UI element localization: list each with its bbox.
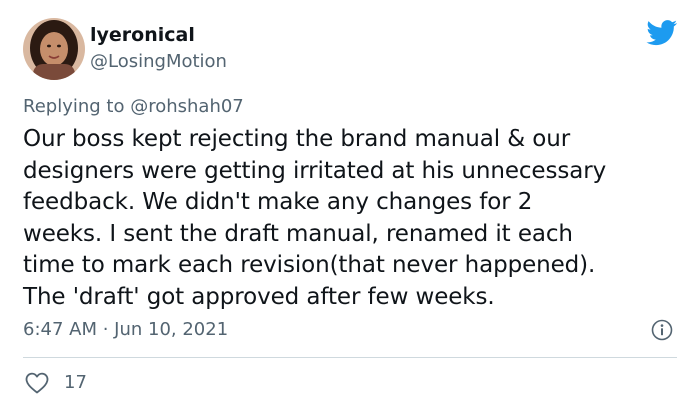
tweet-timestamp[interactable]: 6:47 AM · Jun 10, 2021	[23, 318, 228, 342]
heart-icon[interactable]	[25, 372, 49, 394]
author-handle[interactable]: @LosingMotion	[90, 51, 227, 73]
like-count: 17	[64, 372, 87, 393]
tweet-text: Our boss kept rejecting the brand manual…	[23, 126, 607, 310]
twitter-bird-icon[interactable]	[646, 20, 678, 46]
tweet-card: lyeronical @LosingMotion Replying to @ro…	[0, 0, 700, 411]
replying-to-prefix: Replying to	[23, 96, 131, 117]
reply-mention-link[interactable]: @rohshah07	[130, 96, 244, 117]
avatar-image	[23, 18, 85, 80]
divider	[23, 357, 677, 358]
avatar[interactable]	[23, 18, 85, 80]
info-icon[interactable]	[651, 319, 673, 341]
replying-to-line: Replying to @rohshah07	[23, 95, 244, 119]
author-display-name[interactable]: lyeronical	[90, 24, 195, 46]
